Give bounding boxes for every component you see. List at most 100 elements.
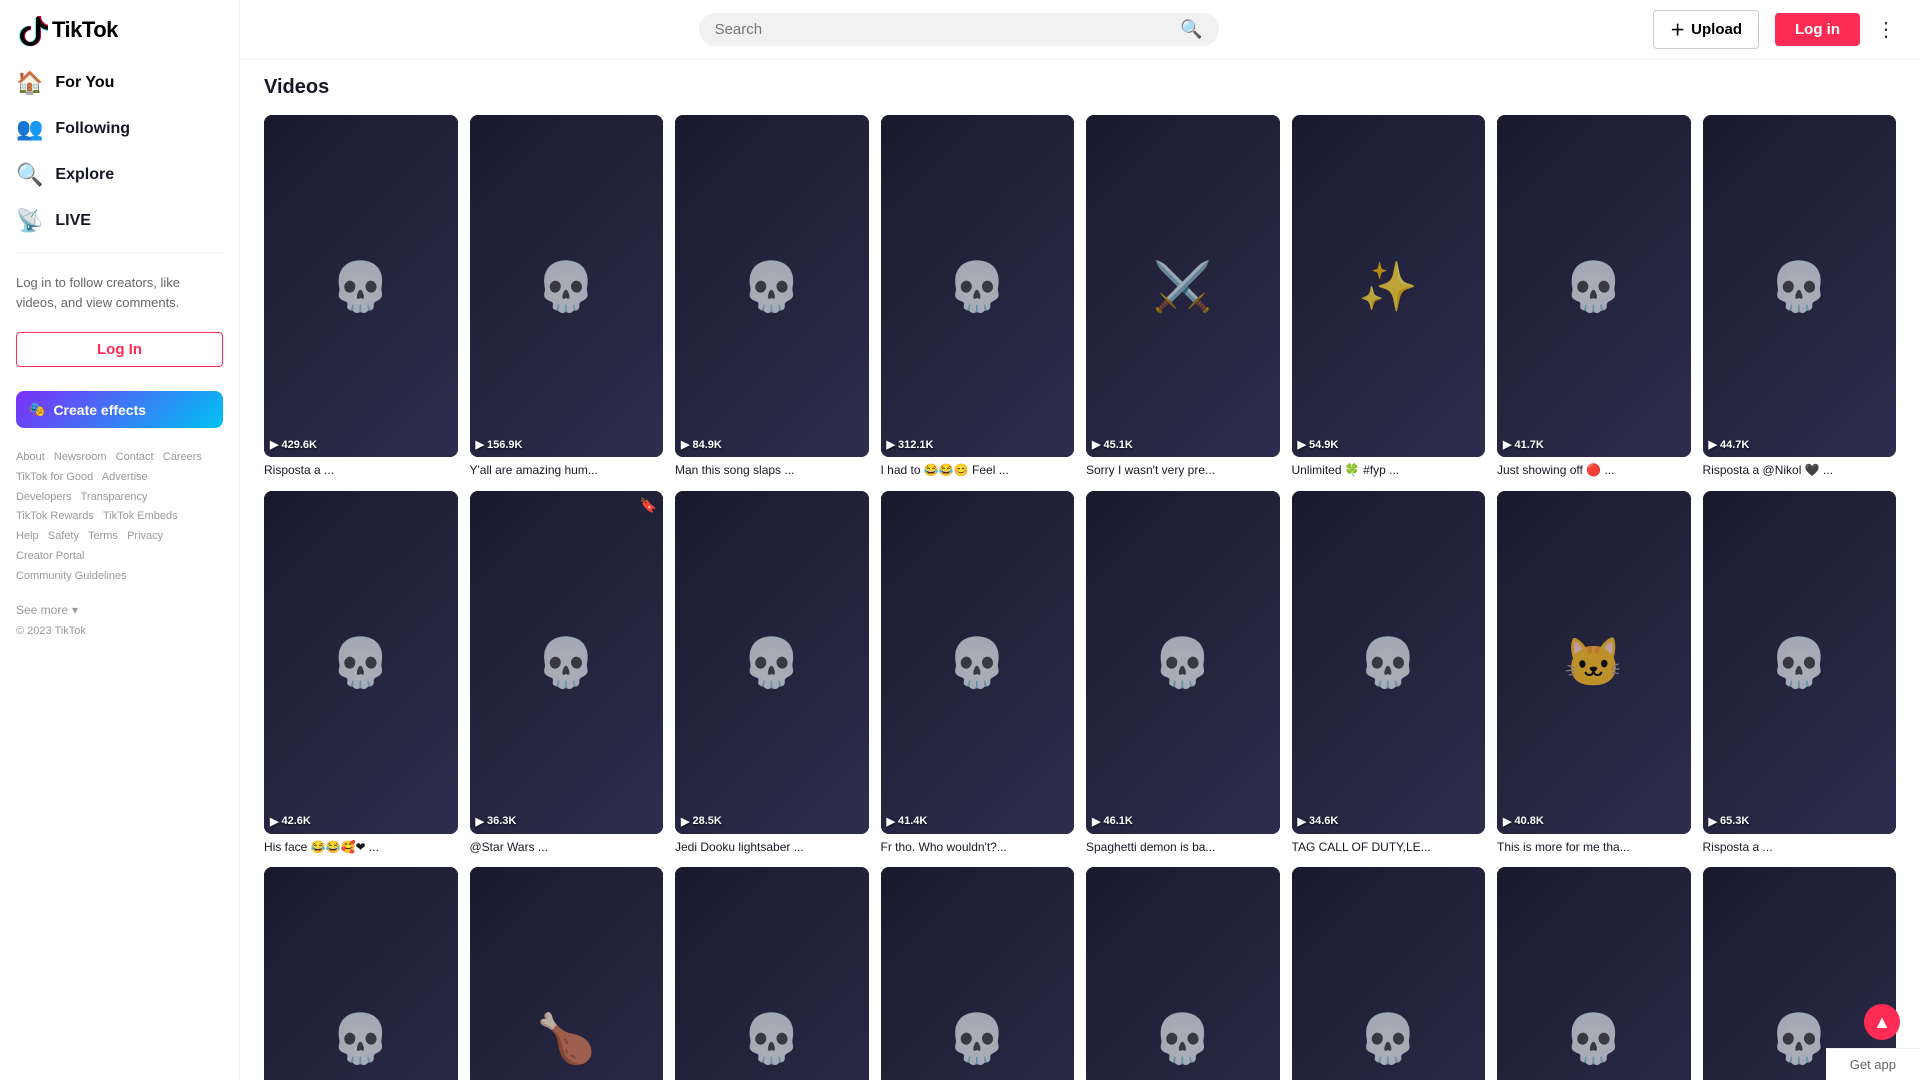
video-thumb-icon: 💀 xyxy=(331,258,391,315)
explore-icon: 🔍 xyxy=(16,162,43,188)
video-card[interactable]: @Call of Duty if you don't make this man… xyxy=(264,115,458,479)
get-app-bar: Get app xyxy=(1826,1048,1920,1080)
play-icon: ▶ xyxy=(476,438,484,451)
plus-icon: ＋ xyxy=(1670,19,1685,40)
video-thumb-icon: ⚔️ xyxy=(1153,258,1213,315)
more-options-icon[interactable]: ⋮ xyxy=(1876,17,1896,42)
login-button[interactable]: Log In xyxy=(16,332,223,367)
video-card[interactable]: Me when Call of Duty makes me a Ghost sk… xyxy=(470,491,664,855)
video-thumb-icon: 💀 xyxy=(947,1010,1007,1067)
search-icon[interactable]: 🔍 xyxy=(1180,19,1202,40)
video-thumb-icon: 💀 xyxy=(742,1010,802,1067)
video-card[interactable]: Hey wanna eat some lasagnas and talk abo… xyxy=(881,491,1075,855)
video-card[interactable]: POV: Loki finally agreed to join the Emp… xyxy=(264,491,458,855)
video-card[interactable]: POV: this is your daily dose of goofy In… xyxy=(675,115,869,479)
video-thumb-icon: 💀 xyxy=(536,634,596,691)
video-card[interactable]: my coreChicken🍗▶ 72.8K#CapCut Loki and I… xyxy=(470,867,664,1080)
video-thumb-icon: 💀 xyxy=(742,634,802,691)
view-count: ▶ 54.9K xyxy=(1298,438,1339,451)
video-thumb-icon: 💀 xyxy=(1769,1010,1829,1067)
scroll-top-button[interactable]: ▲ xyxy=(1864,1004,1900,1040)
video-card[interactable]: Vogliamo sentire sto bolognese 💕💀▶ 75.7K… xyxy=(1497,867,1691,1080)
video-thumb-icon: 🐱 xyxy=(1564,634,1624,691)
video-card[interactable]: 💀▶ 41.7KJust showing off 🔴 ... xyxy=(1497,115,1691,479)
play-icon: ▶ xyxy=(887,438,895,451)
view-count: ▶ 45.1K xyxy=(1092,438,1133,451)
video-thumb-icon: 💀 xyxy=(1153,1010,1213,1067)
section-title: Videos xyxy=(264,76,1896,99)
video-card[interactable]: quando fai il tuo rivale?💀▶ 60.1KRispost… xyxy=(264,867,458,1080)
bookmark-icon: 🔖 xyxy=(640,497,657,514)
video-thumb-icon: 💀 xyxy=(1564,258,1624,315)
play-icon: ▶ xyxy=(270,438,278,451)
main-content: 🔍 ＋ Upload Log in ⋮ Videos @Call of Duty… xyxy=(240,0,1920,1080)
sidebar-item-following[interactable]: 👥 Following xyxy=(0,106,239,152)
play-icon: ▶ xyxy=(1298,438,1306,451)
login-prompt: Log in to follow creators, like videos, … xyxy=(0,261,239,324)
video-caption: Jedi Dooku lightsaber ... xyxy=(675,840,869,856)
login-top-button[interactable]: Log in xyxy=(1775,13,1860,46)
play-icon: ▶ xyxy=(1503,438,1511,451)
video-thumb-icon: 💀 xyxy=(947,258,1007,315)
logo[interactable]: TikTok xyxy=(0,0,239,60)
video-thumb-icon: 💀 xyxy=(742,258,802,315)
view-count: ▶ 36.3K xyxy=(476,815,517,828)
play-icon: ▶ xyxy=(1709,438,1717,451)
video-card[interactable]: TI PREGO💀▶ 205KRisposta a ... xyxy=(1292,867,1486,1080)
video-caption: Sorry I wasn't very pre... xyxy=(1086,463,1280,479)
video-thumb-icon: 💀 xyxy=(1769,634,1829,691)
following-icon: 👥 xyxy=(16,116,43,142)
see-more-button[interactable]: See more ▾ xyxy=(0,599,239,621)
play-icon: ▶ xyxy=(681,815,689,828)
create-effects-button[interactable]: 🎭 Create effects xyxy=(16,391,223,428)
sidebar-item-live[interactable]: 📡 LIVE xyxy=(0,198,239,244)
video-caption: Risposta a ... xyxy=(1703,840,1897,856)
video-card[interactable]: POV: you literally exist💀▶ 156.9KY'all a… xyxy=(470,115,664,479)
video-thumb-icon: 💀 xyxy=(947,634,1007,691)
video-card[interactable]: È tutto così casuale💀▶ 65.3KRisposta a .… xyxy=(1703,491,1897,855)
video-card[interactable]: ✨ ▶ 54.9K Unlimited 🍀 #fyp ... xyxy=(1292,115,1486,479)
search-bar[interactable]: 🔍 xyxy=(699,13,1219,46)
video-caption: Man this song slaps ... xyxy=(675,463,869,479)
video-card[interactable]: 💀▶ 28.5KJedi Dooku lightsaber ... xyxy=(675,491,869,855)
video-thumb-icon: 💀 xyxy=(1153,634,1213,691)
video-card[interactable]: 🐱▶ 40.8KThis is more for me tha... xyxy=(1497,491,1691,855)
play-icon: ▶ xyxy=(1092,438,1100,451)
play-icon: ▶ xyxy=(887,815,895,828)
video-card[interactable]: POV: you broke in half spaghetti in fron… xyxy=(1086,491,1280,855)
play-icon: ▶ xyxy=(1298,815,1306,828)
video-card[interactable]: INQUISITOR GHOST 🔥 REVIEWS: ROTS Anakin'… xyxy=(1086,115,1280,479)
video-card[interactable]: 💀▶ 312.1KI had to 😂😂😊 Feel ... xyxy=(881,115,1075,479)
sidebar-item-for-you[interactable]: 🏠 For You xyxy=(0,60,239,106)
view-count: ▶ 40.8K xyxy=(1503,815,1544,828)
video-card[interactable]: day 13 of asking inquisitor to say 'Niko… xyxy=(1703,115,1897,479)
video-thumb-icon: 💀 xyxy=(331,1010,391,1067)
sidebar-item-explore[interactable]: 🔍 Explore xyxy=(0,152,239,198)
video-card[interactable]: MA SEI ITALIANO? TI PREGO💀▶ 332.2KRispos… xyxy=(1086,867,1280,1080)
video-card[interactable]: INQUISITOR GHOST💀▶ 34.6KTAG CALL OF DUTY… xyxy=(1292,491,1486,855)
play-icon: ▶ xyxy=(270,815,278,828)
upload-button[interactable]: ＋ Upload xyxy=(1653,10,1759,49)
view-count: ▶ 429.6K xyxy=(270,438,317,451)
video-caption: TAG CALL OF DUTY,LE... xyxy=(1292,840,1486,856)
sidebar-footer: About Newsroom Contact Careers TikTok fo… xyxy=(0,436,239,599)
search-input[interactable] xyxy=(715,21,1173,38)
view-count: ▶ 41.4K xyxy=(887,815,928,828)
video-caption: Unlimited 🍀 #fyp ... xyxy=(1292,463,1486,479)
video-thumb-icon: 💀 xyxy=(1358,1010,1418,1067)
video-caption: Y'all are amazing hum... xyxy=(470,463,664,479)
video-grid: @Call of Duty if you don't make this man… xyxy=(264,115,1896,1080)
video-caption: @Star Wars ... xyxy=(470,840,664,856)
video-caption: Risposta a ... xyxy=(264,463,458,479)
copyright: © 2023 TikTok xyxy=(0,621,239,641)
video-thumb-icon: ✨ xyxy=(1358,258,1418,315)
video-card[interactable]: "Star Wars is amazing!"💀▶ 38.7KFor the E… xyxy=(881,867,1075,1080)
video-thumb-icon: 💀 xyxy=(1769,258,1829,315)
view-count: ▶ 156.9K xyxy=(476,438,523,451)
video-caption: Spaghetti demon is ba... xyxy=(1086,840,1280,856)
play-icon: ▶ xyxy=(1503,815,1511,828)
view-count: ▶ 41.7K xyxy=(1503,438,1544,451)
sidebar-item-label: Following xyxy=(55,120,130,138)
video-card[interactable]: 💀▶ 57.9KVibing with da spaghet... xyxy=(675,867,869,1080)
video-caption: Risposta a @Nikol 🖤 ... xyxy=(1703,463,1897,479)
